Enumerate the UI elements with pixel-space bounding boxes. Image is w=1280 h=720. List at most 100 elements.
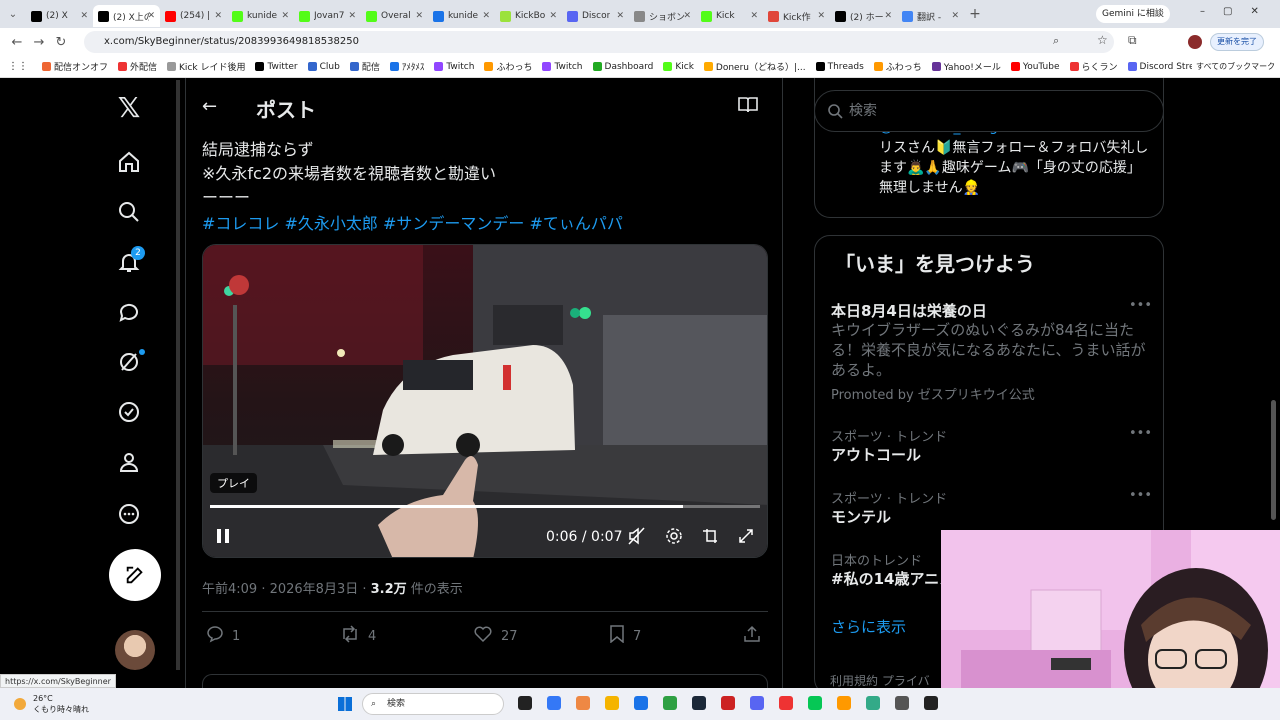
bookmark-item[interactable]: Twitch — [434, 60, 474, 73]
tab-close-icon[interactable]: ✕ — [415, 11, 423, 21]
tab-close-icon[interactable]: ✕ — [683, 11, 691, 21]
post-timestamp[interactable]: 午前4:09 · 2026年8月3日 · — [202, 582, 371, 597]
browser-tab[interactable]: kunide ✕ — [428, 5, 495, 27]
taskbar-app-icon[interactable] — [547, 696, 561, 710]
browser-tab[interactable]: Overal ✕ — [361, 5, 428, 27]
search-input[interactable]: 検索 — [814, 90, 1164, 132]
video-progress-track[interactable] — [210, 505, 760, 508]
browser-tab[interactable]: (254) | ✕ — [160, 5, 227, 27]
post-hashtags[interactable]: #コレコレ #久永小太郎 #サンデーマンデー #てぃんパパ — [202, 210, 623, 234]
all-bookmarks[interactable]: すべてのブックマーク — [1196, 61, 1275, 72]
profile-icon[interactable] — [115, 450, 143, 478]
bookmark-item[interactable]: 外配信 — [118, 60, 157, 73]
browser-tab[interactable]: (2) X ✕ — [26, 5, 93, 27]
bookmark-item[interactable]: ふわっち — [484, 60, 532, 73]
taskbar-app-icon[interactable] — [634, 696, 648, 710]
share-button[interactable] — [743, 625, 769, 648]
more-options-icon[interactable]: ••• — [1129, 298, 1152, 313]
tab-close-icon[interactable]: ✕ — [750, 11, 758, 21]
fullscreen-icon[interactable] — [737, 527, 755, 549]
bookmark-item[interactable]: Twitter — [255, 60, 298, 73]
taskbar-app-icon[interactable] — [924, 696, 938, 710]
bookmark-item[interactable]: YouTube — [1010, 60, 1060, 73]
new-tab-button[interactable]: + — [964, 6, 986, 22]
bookmark-item[interactable]: Club — [307, 60, 340, 73]
tab-close-icon[interactable]: ✕ — [616, 11, 624, 21]
bookmark-item[interactable]: Yahoo!メール — [931, 60, 1001, 73]
forward-icon[interactable]: → — [28, 35, 50, 50]
weather-icon[interactable] — [14, 698, 26, 710]
bookmark-item[interactable]: 配信 — [349, 60, 380, 73]
start-icon[interactable] — [338, 697, 352, 711]
repost-button[interactable]: 4 — [340, 625, 376, 648]
tab-close-icon[interactable]: ✕ — [147, 11, 155, 21]
bookmark-item[interactable]: ふわっち — [873, 60, 922, 73]
bookmark-star-icon[interactable]: ☆ — [1097, 33, 1108, 47]
video-player[interactable]: プレイ 0:06 / 0:07 — [202, 244, 768, 558]
taskbar-app-icon[interactable] — [837, 696, 851, 710]
footer-links[interactable]: 利用規約 プライバ — [830, 672, 930, 689]
taskbar-app-icon[interactable] — [866, 696, 880, 710]
tab-close-icon[interactable]: ✕ — [817, 11, 825, 21]
taskbar-app-icon[interactable] — [518, 696, 532, 710]
like-button[interactable]: 27 — [473, 625, 518, 648]
tab-close-icon[interactable]: ✕ — [951, 11, 959, 21]
account-avatar[interactable] — [115, 630, 155, 670]
more-options-icon[interactable]: ••• — [1129, 488, 1152, 503]
taskbar-app-icon[interactable] — [895, 696, 909, 710]
mute-icon[interactable] — [628, 527, 646, 549]
browser-tab[interactable]: Kick作 ✕ — [763, 5, 830, 27]
browser-tab[interactable]: KickBo ✕ — [495, 5, 562, 27]
tab-close-icon[interactable]: ✕ — [549, 11, 557, 21]
bookmark-item[interactable]: Dashboard — [592, 60, 653, 73]
verified-icon[interactable] — [115, 400, 143, 428]
browser-tab[interactable]: 翻訳 - ✕ — [897, 5, 964, 27]
gemini-button[interactable]: Gemini に相談 — [1096, 5, 1170, 23]
update-button[interactable]: 更新を完了 — [1210, 33, 1264, 51]
url-field[interactable]: x.com/SkyBeginner/status/208399364981853… — [84, 31, 1114, 53]
tab-close-icon[interactable]: ✕ — [348, 11, 356, 21]
taskbar-app-icon[interactable] — [750, 696, 764, 710]
bookmark-item[interactable]: ｱﾒﾀﾒｽ — [389, 60, 424, 73]
browser-tab[interactable]: Kick ✕ — [696, 5, 763, 27]
browser-tab[interactable]: kunide ✕ — [227, 5, 294, 27]
taskbar-app-icon[interactable] — [721, 696, 735, 710]
bookmark-item[interactable]: Twitch — [542, 60, 583, 73]
browser-tab[interactable]: Discor ✕ — [562, 5, 629, 27]
home-icon[interactable] — [115, 150, 143, 178]
tab-close-icon[interactable]: ✕ — [214, 11, 222, 21]
taskbar-app-icon[interactable] — [808, 696, 822, 710]
show-more-link[interactable]: さらに表示 — [831, 616, 906, 637]
browser-tab[interactable]: (2) ホー ✕ — [830, 5, 897, 27]
bookmark-item[interactable]: Discord StreamKit O... — [1127, 60, 1192, 73]
tab-close-icon[interactable]: ✕ — [482, 11, 490, 21]
browser-tab[interactable]: (2) X上の ✕ — [93, 5, 160, 27]
reload-icon[interactable]: ↻ — [50, 35, 72, 50]
extensions-icon[interactable]: ⧉ — [1128, 33, 1137, 48]
bookmark-item[interactable]: Kick — [663, 60, 694, 73]
browser-tab[interactable]: ショボン ✕ — [629, 5, 696, 27]
compose-button[interactable] — [109, 549, 161, 601]
taskbar-app-icon[interactable] — [692, 696, 706, 710]
taskbar-app-icon[interactable] — [779, 696, 793, 710]
zoom-icon[interactable]: ⌕ — [1053, 34, 1059, 48]
back-arrow-icon[interactable]: ← — [202, 96, 217, 117]
tab-close-icon[interactable]: ✕ — [281, 11, 289, 21]
grok-icon[interactable] — [115, 350, 143, 378]
taskbar-app-icon[interactable] — [605, 696, 619, 710]
profile-icon[interactable] — [1188, 35, 1202, 49]
tab-search-icon[interactable]: ⌄ — [0, 9, 26, 20]
bookmark-item[interactable]: らくラン — [1069, 60, 1118, 73]
explore-icon[interactable] — [115, 200, 143, 228]
messages-icon[interactable] — [115, 300, 143, 328]
tab-close-icon[interactable]: ✕ — [80, 11, 88, 21]
x-logo-icon[interactable]: 𝕏 — [115, 94, 143, 122]
more-options-icon[interactable]: ••• — [1129, 426, 1152, 441]
bookmark-button[interactable]: 7 — [609, 625, 641, 648]
pip-icon[interactable] — [701, 527, 719, 549]
taskbar-search[interactable]: ⌕ 検索 — [362, 693, 504, 715]
tab-close-icon[interactable]: ✕ — [884, 11, 892, 21]
bookmark-item[interactable]: Kick レイド後用 — [167, 60, 245, 73]
reply-button[interactable]: 1 — [206, 625, 240, 648]
right-scrollbar[interactable] — [1271, 400, 1276, 520]
